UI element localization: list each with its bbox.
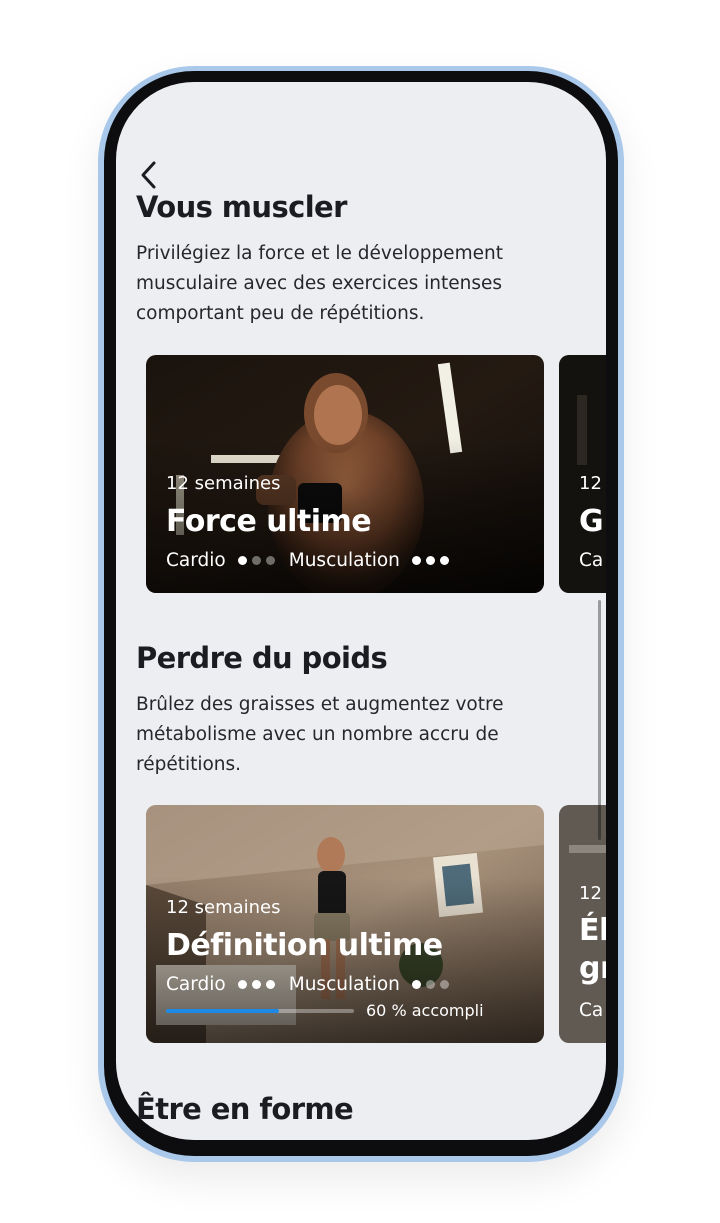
program-duration: 12 semaines <box>166 473 281 494</box>
level-dot-filled <box>439 556 449 565</box>
level-dot-filled <box>411 556 421 565</box>
cardio-label: Cardio <box>166 550 226 571</box>
program-intensity: Cardio Musculation <box>166 974 463 995</box>
level-dot-empty <box>439 980 449 989</box>
program-duration: 12 <box>579 883 602 904</box>
cardio-label: Ca <box>579 550 604 571</box>
section-description-weight-loss: Brûlez des graisses et augmentez votre m… <box>136 694 504 775</box>
program-progress-bar <box>166 1009 354 1013</box>
level-dot-filled <box>411 980 421 989</box>
section-title-fitness: Être en forme <box>136 1092 354 1126</box>
strength-level-indicator <box>411 980 449 989</box>
program-title: G <box>579 504 604 539</box>
program-card-peek-weight-loss[interactable]: 12 Él gr Ca <box>559 805 606 1043</box>
program-list: Vous muscler Privilégiez la force et le … <box>116 82 606 1140</box>
cardio-level-indicator <box>237 556 275 565</box>
definition-ultime-photo <box>146 805 544 1043</box>
strength-label: Musculation <box>288 550 400 571</box>
program-title-line1: Él <box>579 913 606 948</box>
program-intensity: Cardio Musculation <box>166 550 463 571</box>
program-card-definition-ultime[interactable]: 12 semaines Définition ultime Cardio Mus… <box>146 805 544 1043</box>
strength-label: Musculation <box>288 974 400 995</box>
level-dot-filled <box>265 980 275 989</box>
section-title-muscle: Vous muscler <box>136 190 347 224</box>
program-title: Force ultime <box>166 504 372 539</box>
back-button[interactable] <box>136 158 162 192</box>
program-progress-fill <box>166 1009 279 1013</box>
program-card-peek-muscle[interactable]: 12 G Ca <box>559 355 606 593</box>
phone-screen: Vous muscler Privilégiez la force et le … <box>116 82 606 1140</box>
level-dot-filled <box>251 980 261 989</box>
cardio-level-indicator <box>237 980 275 989</box>
program-progress-label: 60 % accompli <box>366 1001 484 1020</box>
cardio-label: Cardio <box>166 974 226 995</box>
section-description-muscle: Privilégiez la force et le développement… <box>136 243 503 324</box>
level-dot-empty <box>425 980 435 989</box>
program-title-line2: gr <box>579 951 606 986</box>
chevron-left-icon <box>141 161 156 189</box>
level-dot-empty <box>251 556 261 565</box>
level-dot-filled <box>237 980 247 989</box>
cardio-label: Ca <box>579 1000 604 1021</box>
level-dot-filled <box>425 556 435 565</box>
program-duration: 12 <box>579 473 602 494</box>
scrollbar[interactable] <box>598 600 601 840</box>
level-dot-filled <box>237 556 247 565</box>
stage: Vous muscler Privilégiez la force et le … <box>0 0 720 1223</box>
program-duration: 12 semaines <box>166 897 281 918</box>
level-dot-empty <box>265 556 275 565</box>
section-title-weight-loss: Perdre du poids <box>136 641 388 675</box>
strength-level-indicator <box>411 556 449 565</box>
program-card-force-ultime[interactable]: 12 semaines Force ultime Cardio Musculat… <box>146 355 544 593</box>
program-title: Définition ultime <box>166 928 443 963</box>
